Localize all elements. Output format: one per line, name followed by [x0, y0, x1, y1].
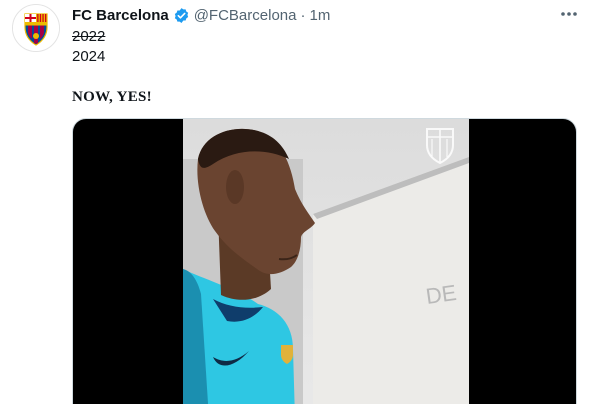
- wall-text: DE: [424, 280, 458, 309]
- tweet-line-third: NOW, YES!: [72, 89, 152, 105]
- timestamp[interactable]: 1m: [309, 7, 330, 24]
- user-handle[interactable]: @FCBarcelona: [194, 7, 297, 24]
- separator-dot: ·: [300, 6, 306, 24]
- tweet-header: FC Barcelona @FCBarcelona · 1m: [72, 5, 330, 25]
- more-options-icon[interactable]: [559, 6, 579, 22]
- video-still: DE: [183, 119, 469, 404]
- verified-badge-icon: [173, 7, 190, 24]
- tweet-text: 2022 2024 NOW, YES!: [72, 27, 152, 107]
- display-name[interactable]: FC Barcelona: [72, 7, 169, 24]
- avatar[interactable]: [12, 4, 60, 52]
- fc-barcelona-crest-icon: [13, 5, 59, 51]
- tweet-line-struck: 2022: [72, 28, 106, 45]
- tweet: FC Barcelona @FCBarcelona · 1m 2022 2024…: [0, 0, 593, 404]
- tweet-video[interactable]: DE: [72, 118, 577, 404]
- tweet-line-second: 2024: [72, 48, 106, 65]
- video-frame: DE: [183, 119, 469, 404]
